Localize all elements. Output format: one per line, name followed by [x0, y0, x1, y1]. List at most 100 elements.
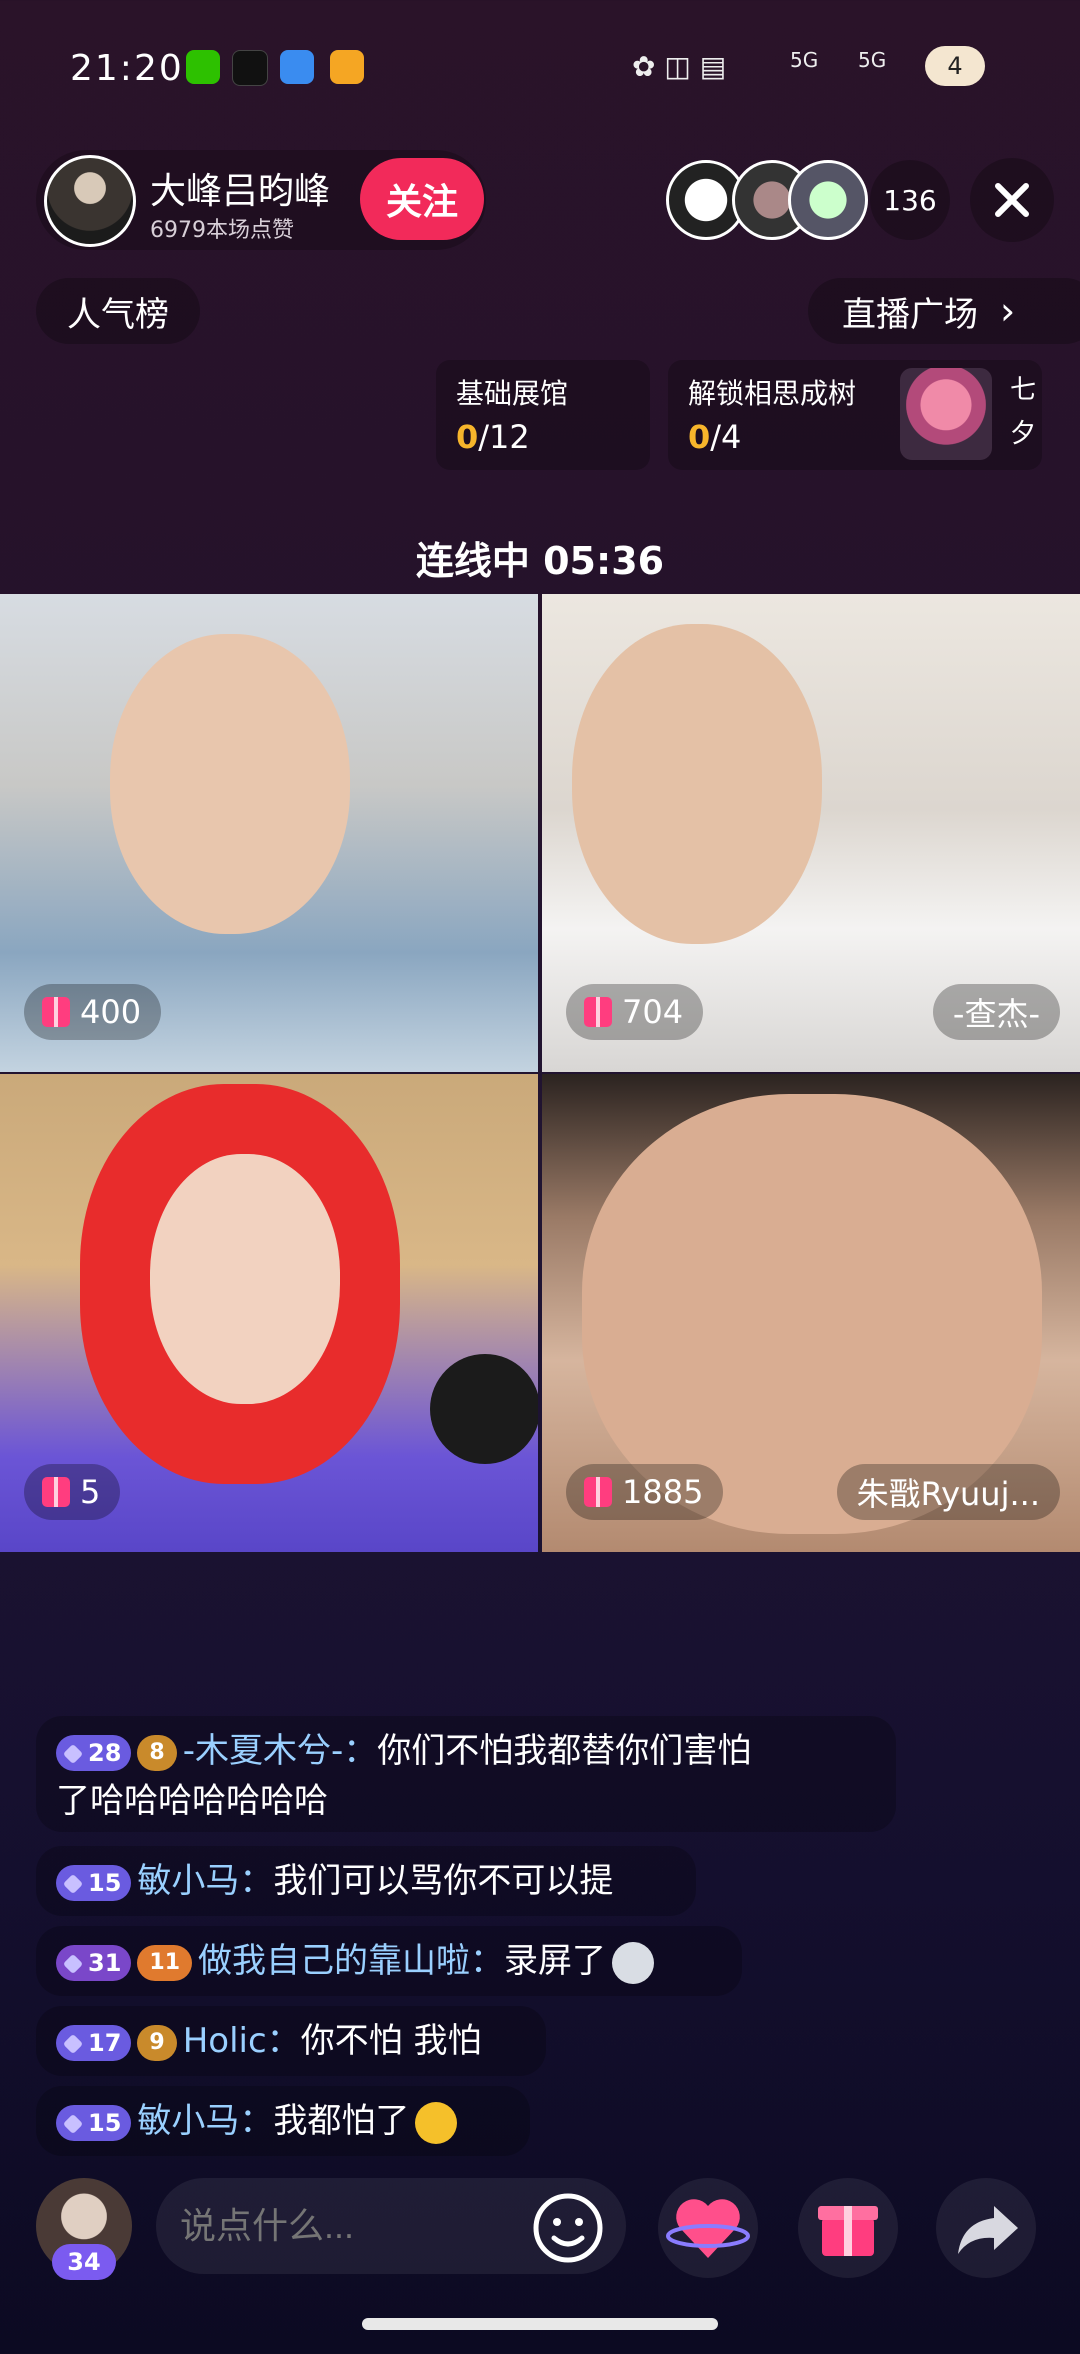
festival-label[interactable]: 七夕 [1010, 368, 1040, 456]
status-bar: 21:20 ✿ ◫ ▤ 5G 5G 4 [0, 0, 1080, 140]
chat-username: 敏小马： [137, 1861, 274, 1901]
battery-icon: 4 [925, 46, 985, 86]
user-level-badge: 28 [56, 1734, 132, 1771]
mission-title: 解锁相思成树 [688, 377, 857, 410]
viewer-count[interactable]: 136 [870, 160, 950, 240]
mission-card[interactable]: 基础展馆 0/12 [436, 360, 650, 470]
follow-button[interactable]: 关注 [360, 158, 484, 240]
user-level-badge: 15 [56, 2104, 132, 2141]
live-plaza-button[interactable]: 直播广场 › [808, 278, 1080, 344]
gift-count-value: 5 [80, 1473, 101, 1511]
chat-username: 做我自己的靠山啦： [198, 1941, 505, 1981]
close-button[interactable] [970, 158, 1054, 242]
fan-badge: 9 [137, 2024, 177, 2061]
share-arrow-icon [958, 2206, 1018, 2254]
user-level-value: 31 [88, 1948, 122, 1977]
level-gem-icon [62, 2113, 84, 2134]
user-level-value: 15 [88, 1868, 122, 1897]
video-app-icon [330, 50, 364, 84]
chat-username: -木夏木兮-： [182, 1731, 378, 1771]
level-gem-icon [62, 2033, 84, 2054]
link-timer: 连线中 05:36 [415, 539, 665, 583]
user-level-value: 28 [88, 1738, 122, 1767]
heart-icon [666, 2199, 750, 2258]
chat-text: 我们可以骂你不可以提 [273, 1861, 614, 1901]
home-indicator[interactable] [362, 2318, 718, 2330]
emoji-button[interactable] [518, 2186, 614, 2270]
user-level-badge: 15 [56, 1864, 132, 1901]
popularity-rank-button[interactable]: 人气榜 [36, 278, 200, 344]
live-plaza-label: 直播广场 [842, 294, 978, 335]
gift-icon [42, 997, 70, 1027]
wechat-icon [186, 50, 220, 84]
user-level-badge: 17 [56, 2024, 132, 2061]
gift-count: 704 [566, 984, 704, 1040]
gift-count-value: 1885 [622, 1473, 704, 1511]
video-tile[interactable]: 5 [0, 1074, 538, 1552]
level-gem-icon [62, 1873, 84, 1894]
mission-total: /4 [710, 418, 742, 456]
gift-box-icon [818, 2206, 878, 2256]
crying-laughing-emoji-icon [415, 2101, 458, 2144]
smiley-icon [533, 2193, 603, 2263]
battery-level: 4 [947, 52, 963, 80]
guest-name: -查杰- [932, 984, 1060, 1040]
status-time: 21:20 [70, 48, 184, 89]
video-tile[interactable]: 1885 朱戬Ryuuj... [542, 1074, 1080, 1552]
mission-done: 0 [456, 418, 479, 456]
gift-count-value: 400 [80, 993, 142, 1031]
gift-icon [42, 1477, 70, 1507]
chat-username: Holic： [182, 2021, 301, 2061]
tree-icon[interactable] [900, 368, 992, 460]
chat-message[interactable]: 28 8 -木夏木兮-：你们不怕我都替你们害怕 了哈哈哈哈哈哈哈 [36, 1716, 896, 1832]
gift-icon [584, 1477, 612, 1507]
host-name: 大峰吕昀峰 [150, 171, 331, 212]
guest-name: 朱戬Ryuuj... [836, 1464, 1060, 1520]
user-level-badge: 31 [56, 1944, 132, 1981]
chat-text: 录屏了 [504, 1941, 607, 1981]
video-tile[interactable]: 704 -查杰- [542, 594, 1080, 1072]
fan-badge: 8 [137, 1734, 177, 1771]
chat-message[interactable]: 17 9 Holic：你不怕 我怕 [36, 2006, 546, 2076]
signal-icons: ✿ ◫ ▤ [632, 50, 727, 83]
chat-text: 你们不怕我都替你们害怕 [377, 1731, 752, 1771]
guest-face [150, 1154, 340, 1404]
mission-title: 基础展馆 [456, 377, 569, 410]
chat-message[interactable]: 15 敏小马：我们可以骂你不可以提 [36, 1846, 696, 1916]
mission-total: /12 [478, 418, 530, 456]
mission-done: 0 [688, 418, 711, 456]
popularity-rank-label: 人气榜 [67, 294, 169, 335]
gift-count: 400 [24, 984, 162, 1040]
microphone-icon [430, 1354, 538, 1464]
gift-count: 1885 [566, 1464, 724, 1520]
wolf-emoji-icon [612, 1941, 655, 1984]
host-likes: 6979本场点赞 [150, 218, 294, 243]
like-button[interactable] [658, 2178, 758, 2278]
viewer-avatar[interactable] [788, 160, 868, 240]
gift-count: 5 [24, 1464, 121, 1520]
chat-text: 我都怕了 [273, 2101, 410, 2141]
guest-face [110, 634, 350, 934]
network-5g-2: 5G [858, 48, 887, 72]
video-tile[interactable]: 400 [0, 594, 538, 1072]
tiktok-icon [232, 50, 268, 86]
fan-badge: 11 [137, 1944, 193, 1981]
gift-button[interactable] [798, 2178, 898, 2278]
mission-progress: 0/4 [688, 418, 741, 456]
chevron-right-icon: › [1000, 289, 1016, 333]
chat-username: 敏小马： [137, 2101, 274, 2141]
mission-progress: 0/12 [456, 418, 530, 456]
guest-face [572, 624, 822, 944]
gift-count-value: 704 [622, 993, 684, 1031]
chat-text-continued: 了哈哈哈哈哈哈哈 [56, 1781, 328, 1821]
user-level-value: 15 [88, 2108, 122, 2137]
share-button[interactable] [936, 2178, 1036, 2278]
user-level-value: 17 [88, 2028, 122, 2057]
level-gem-icon [62, 1953, 84, 1974]
chat-message[interactable]: 15 敏小马：我都怕了 [36, 2086, 530, 2156]
host-avatar[interactable] [44, 155, 136, 247]
close-icon [995, 183, 1029, 217]
network-5g-1: 5G [790, 48, 819, 72]
chat-message[interactable]: 31 11 做我自己的靠山啦：录屏了 [36, 1926, 742, 1996]
gift-icon [584, 997, 612, 1027]
